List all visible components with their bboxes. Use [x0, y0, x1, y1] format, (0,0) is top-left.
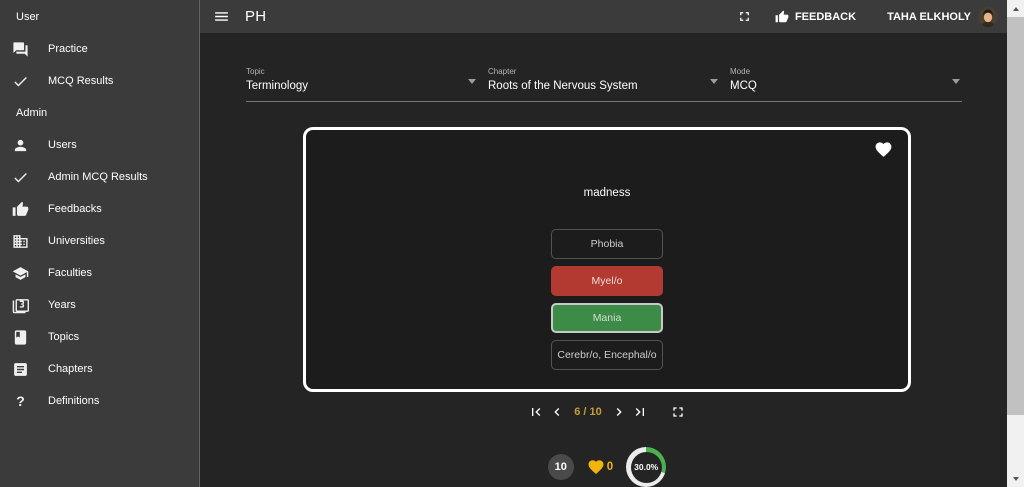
answer-options: Phobia Myel/o Mania Cerebr/o, Encephal/o — [306, 229, 908, 370]
filter-value: Roots of the Nervous System — [488, 80, 638, 92]
filter-value: MCQ — [730, 80, 757, 92]
person-icon — [12, 137, 29, 154]
sidebar-item-label: Faculties — [48, 267, 93, 279]
scrollbar-down-button[interactable] — [1007, 470, 1024, 487]
sidebar-item-label: Users — [48, 139, 77, 151]
card-fullscreen-button[interactable] — [670, 404, 686, 420]
sidebar-item-mcq-results[interactable]: MCQ Results — [0, 65, 199, 97]
sidebar-item-users[interactable]: Users — [0, 129, 199, 161]
filter-chapter-select[interactable]: Chapter Roots of the Nervous System — [488, 60, 720, 101]
sidebar-item-label: Universities — [48, 235, 105, 247]
sidebar-item-practice[interactable]: Practice — [0, 33, 199, 65]
favorites-counter: 0 — [587, 458, 613, 476]
sidebar-item-admin-mcq-results[interactable]: Admin MCQ Results — [0, 161, 199, 193]
sidebar-item-label: MCQ Results — [48, 75, 114, 87]
sidebar-item-label: Feedbacks — [48, 203, 102, 215]
score-progress-ring: 30.0% — [626, 447, 667, 487]
sidebar-item-label: Definitions — [48, 395, 100, 407]
sidebar-item-label: Years — [48, 299, 76, 311]
pagination: 6 / 10 — [303, 404, 911, 420]
sidebar-item-topics[interactable]: Topics — [0, 321, 199, 353]
filter-label: Topic — [246, 67, 265, 76]
scrollbar-up-button[interactable] — [1007, 0, 1024, 17]
favorites-count: 0 — [606, 461, 614, 473]
filter-value: Terminology — [246, 80, 308, 92]
hamburger-menu-button[interactable] — [213, 8, 230, 25]
first-page-button[interactable] — [528, 404, 544, 420]
last-page-icon — [632, 404, 648, 420]
heart-icon — [587, 458, 605, 476]
filter-row: Topic Terminology Chapter Roots of the Nerv… — [246, 60, 962, 102]
main-content: Topic Terminology Chapter Roots of the Nerv… — [200, 33, 1007, 487]
filter-topic-select[interactable]: Topic Terminology — [246, 60, 478, 101]
chevron-down-icon — [952, 79, 960, 84]
topbar: PH FEEDBACK TAHA ELKHOLY — [200, 0, 1007, 33]
avatar — [978, 6, 998, 27]
chevron-left-icon — [549, 404, 565, 420]
answer-option-mania[interactable]: Mania — [551, 303, 663, 333]
heart-icon — [874, 140, 893, 159]
menu-icon — [213, 8, 230, 25]
stats-row: 10 0 30.0% — [303, 447, 911, 487]
filter-label: Mode — [730, 67, 751, 76]
question-card: madness Phobia Myel/o Mania Cerebr/o, Encep… — [303, 127, 911, 392]
article-icon — [12, 361, 29, 378]
filter-3-icon — [12, 297, 29, 314]
app-title: PH — [245, 8, 267, 25]
sidebar-item-universities[interactable]: Universities — [0, 225, 199, 257]
chevron-down-icon — [468, 79, 476, 84]
chevron-down-icon — [710, 79, 718, 84]
building-icon — [12, 233, 29, 250]
vertical-scrollbar — [1007, 0, 1024, 487]
favorite-button[interactable] — [874, 140, 893, 159]
filter-mode-select[interactable]: Mode MCQ — [730, 60, 962, 101]
fullscreen-icon — [737, 9, 752, 24]
sidebar-item-label: Topics — [48, 331, 80, 343]
first-page-icon — [528, 404, 544, 420]
sidebar-item-feedbacks[interactable]: Feedbacks — [0, 193, 199, 225]
answer-option-cerebr-o-encephal-o[interactable]: Cerebr/o, Encephal/o — [551, 340, 663, 370]
sidebar: User Practice MCQ Results Admin Users Admin M… — [0, 0, 200, 487]
book-icon — [12, 329, 29, 346]
sidebar-item-definitions[interactable]: ? Definitions — [0, 385, 199, 417]
thumb-up-icon — [12, 201, 29, 218]
graduation-cap-icon — [12, 265, 29, 282]
user-menu-button[interactable]: TAHA ELKHOLY — [887, 6, 998, 27]
sidebar-item-years[interactable]: Years — [0, 289, 199, 321]
filter-label: Chapter — [488, 67, 517, 76]
score-percent: 30.0% — [630, 451, 662, 483]
feedback-label: FEEDBACK — [794, 10, 857, 23]
sidebar-section-header: Admin — [16, 107, 48, 119]
next-page-button[interactable] — [611, 404, 627, 420]
page-indicator: 6 / 10 — [574, 406, 602, 418]
scrollbar-thumb[interactable] — [1007, 17, 1024, 415]
question-text: madness — [583, 187, 631, 199]
check-icon — [12, 169, 29, 186]
fullscreen-button[interactable] — [737, 9, 752, 24]
check-icon — [12, 73, 29, 90]
question-count-badge: 10 — [547, 454, 574, 480]
thumb-up-icon — [775, 10, 789, 24]
sidebar-item-faculties[interactable]: Faculties — [0, 257, 199, 289]
sidebar-item-label: Chapters — [48, 363, 93, 375]
chevron-right-icon — [611, 404, 627, 420]
sidebar-section-header: User — [16, 11, 40, 23]
sidebar-item-label: Admin MCQ Results — [48, 171, 148, 183]
answer-option-myel-o[interactable]: Myel/o — [551, 266, 663, 296]
fullscreen-icon — [670, 404, 686, 420]
forum-icon — [12, 41, 29, 58]
user-name: TAHA ELKHOLY — [887, 10, 971, 23]
feedback-button[interactable]: FEEDBACK — [775, 10, 856, 24]
previous-page-button[interactable] — [549, 404, 565, 420]
sidebar-item-label: Practice — [48, 43, 88, 55]
question-mark-icon: ? — [16, 393, 25, 409]
last-page-button[interactable] — [632, 404, 648, 420]
sidebar-item-chapters[interactable]: Chapters — [0, 353, 199, 385]
answer-option-phobia[interactable]: Phobia — [551, 229, 663, 259]
